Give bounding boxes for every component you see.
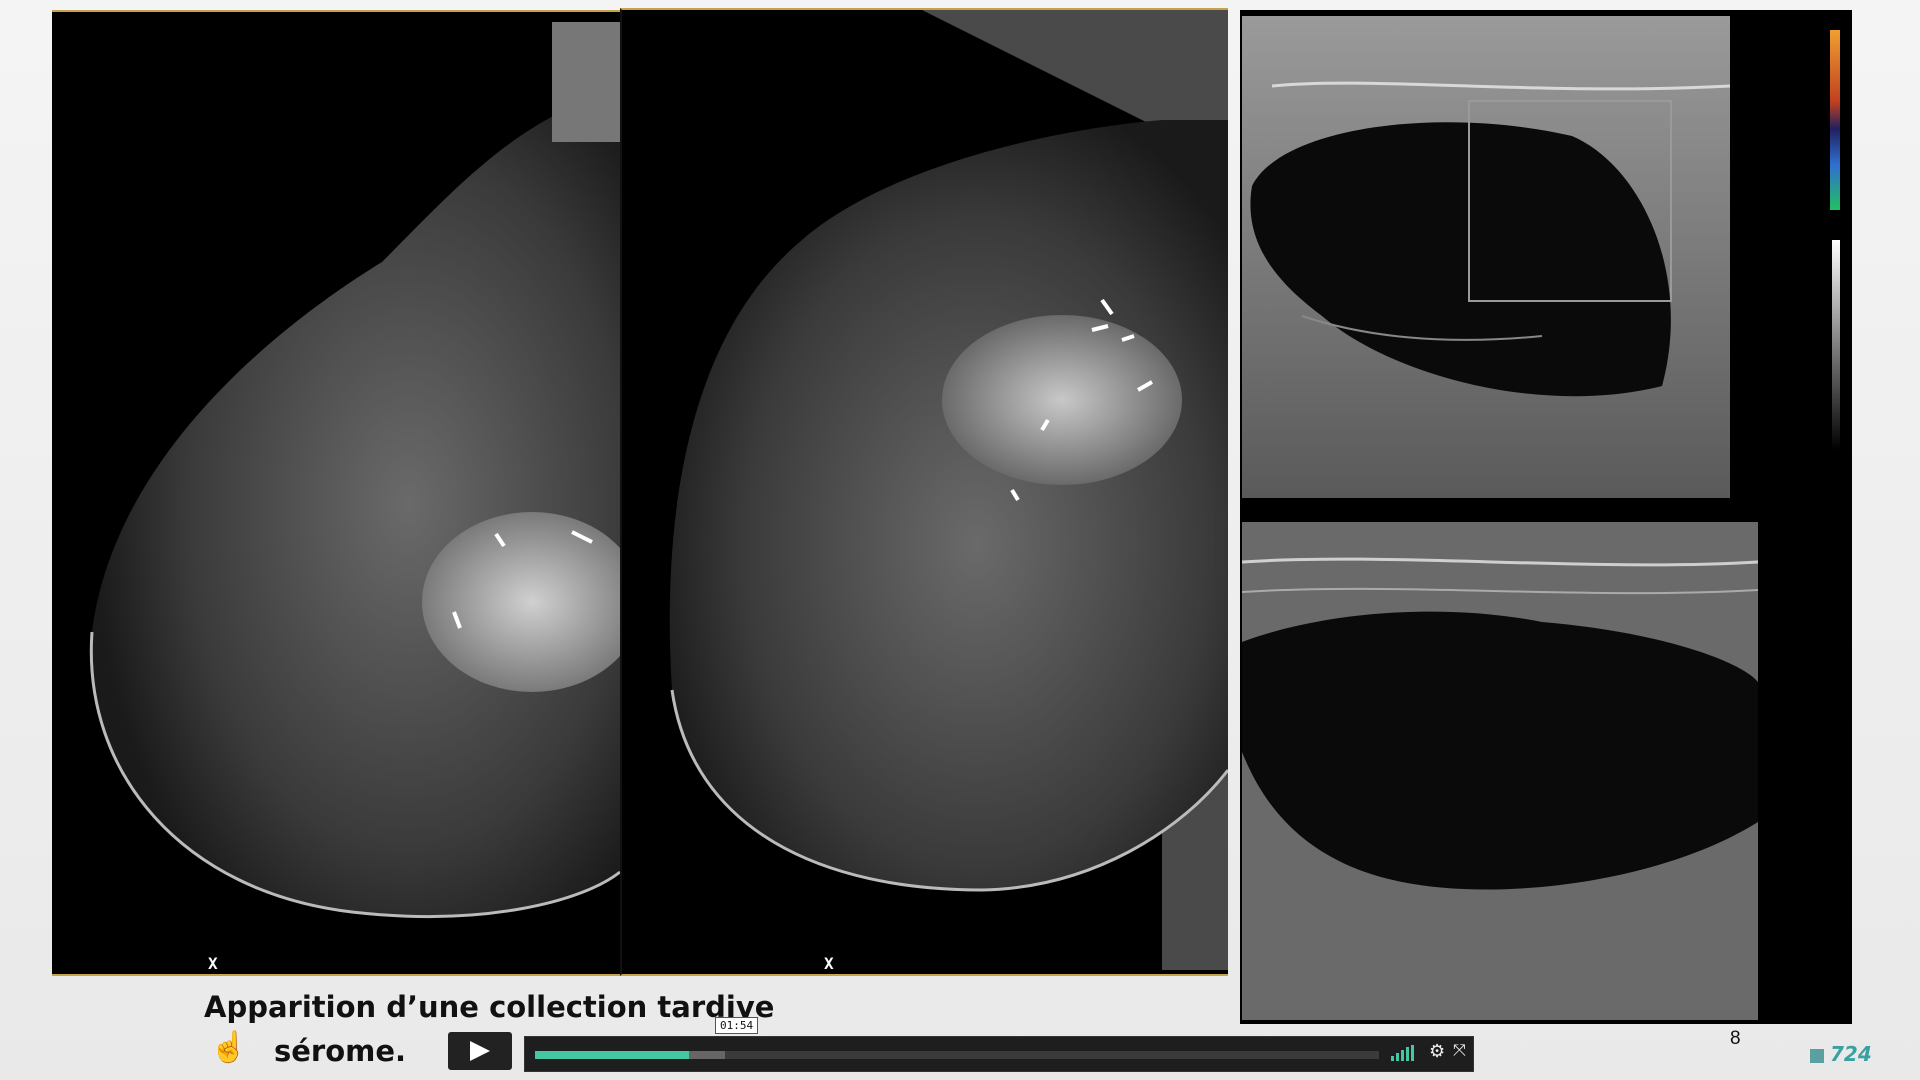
orientation-marker-right: X <box>824 954 834 973</box>
doppler-color-scale <box>1830 30 1840 210</box>
ultrasound-bmode-image <box>1242 522 1758 1020</box>
slide-caption-line1: Apparition d’une collection tardive <box>204 990 775 1024</box>
slide-page-number: 8 <box>1730 1028 1741 1049</box>
ultrasound-doppler-image <box>1242 16 1730 498</box>
orientation-marker-left: X <box>208 954 218 973</box>
brand-logo: 724 <box>1810 1042 1872 1066</box>
video-player-bar: 01:54 ⚙ ⤧ <box>524 1017 1474 1072</box>
grayscale-bar <box>1832 240 1840 450</box>
mammogram-left-image <box>89 22 620 918</box>
gear-icon[interactable]: ⚙ <box>1429 1041 1445 1062</box>
mammogram-right-image <box>669 10 1228 970</box>
seek-bar[interactable]: 01:54 <box>535 1017 1379 1059</box>
playback-progress <box>535 1051 689 1059</box>
doppler-roi-box <box>1468 100 1672 302</box>
time-tooltip: 01:54 <box>715 1017 759 1034</box>
play-icon <box>470 1041 490 1061</box>
slide-caption-line2: sérome. <box>274 1034 407 1068</box>
mammogram-right: X <box>620 8 1228 976</box>
fullscreen-icon[interactable]: ⤧ <box>1453 1042 1466 1060</box>
logo-text: 724 <box>1830 1042 1872 1066</box>
pointing-hand-icon: ☝ <box>210 1031 248 1064</box>
ultrasound-panel <box>1240 10 1852 1024</box>
mammogram-left: X <box>52 10 620 976</box>
volume-icon[interactable] <box>1391 1045 1415 1061</box>
play-button[interactable] <box>448 1032 512 1070</box>
